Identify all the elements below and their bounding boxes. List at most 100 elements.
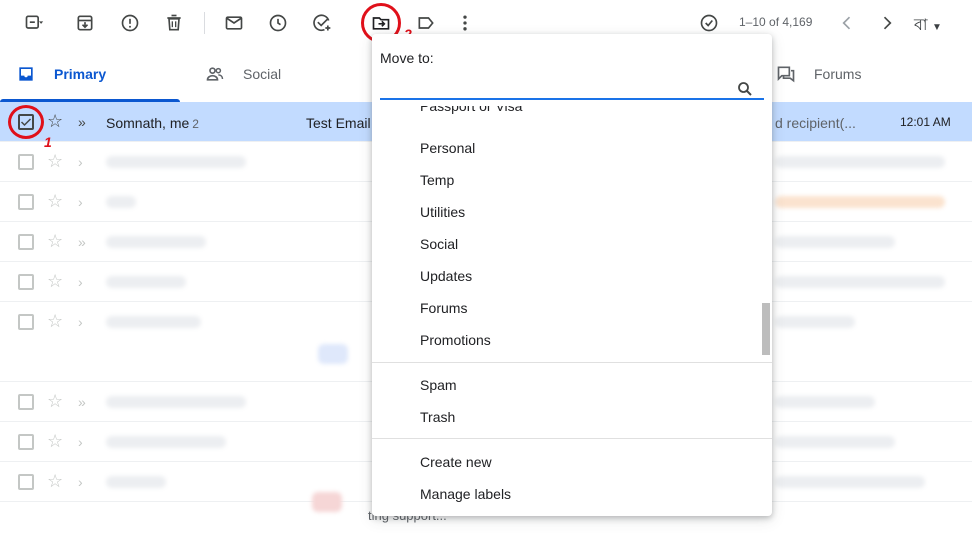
menu-item-label[interactable]: Updates (420, 268, 472, 284)
gmail-app: 1–10 of 4,169 বা ▼ Primary Social Forums (0, 0, 972, 534)
important-marker-icon[interactable]: › (78, 154, 83, 170)
important-marker-icon[interactable]: › (78, 474, 83, 490)
manage-labels-button[interactable]: Manage labels (420, 486, 511, 502)
email-snippet: d recipient(... (775, 115, 856, 131)
menu-divider (372, 362, 772, 363)
check-circle-icon (700, 14, 718, 32)
search-icon[interactable] (736, 80, 754, 98)
menu-item-partial[interactable]: Passport or Visa (420, 106, 522, 114)
blurred-content (312, 492, 342, 512)
annotation-number-1: 1 (44, 134, 52, 150)
blurred-content (775, 276, 945, 288)
row-checkbox[interactable] (18, 234, 34, 250)
forum-icon (777, 66, 795, 83)
important-marker-icon[interactable]: › (78, 194, 83, 210)
blurred-content (775, 156, 945, 168)
tab-forums[interactable]: Forums (776, 46, 861, 102)
email-time: 12:01 AM (900, 115, 951, 129)
tab-forums-label: Forums (814, 66, 862, 82)
menu-item-label[interactable]: Promotions (420, 332, 491, 348)
row-checkbox[interactable] (18, 474, 34, 490)
blurred-content (318, 344, 348, 364)
delete-button[interactable] (161, 10, 187, 36)
trash-icon (167, 14, 181, 31)
star-icon[interactable]: ☆ (47, 432, 63, 450)
menu-scrollbar[interactable] (762, 303, 770, 355)
older-button[interactable] (874, 10, 900, 36)
important-marker-icon[interactable]: › (78, 274, 83, 290)
important-marker-icon[interactable]: › (78, 314, 83, 330)
thread-count: 2 (192, 117, 199, 131)
blurred-content (775, 476, 925, 488)
more-options-button[interactable] (452, 10, 478, 36)
important-marker-icon[interactable]: › (78, 434, 83, 450)
important-marker-icon[interactable]: » (78, 394, 86, 410)
row-checkbox[interactable] (18, 434, 34, 450)
menu-item-label[interactable]: Social (420, 236, 458, 252)
input-tools-button[interactable]: বা ▼ (914, 12, 942, 39)
star-icon[interactable]: ☆ (47, 392, 63, 410)
language-label: বা (914, 17, 928, 34)
label-search-input[interactable] (380, 78, 730, 98)
newer-button[interactable] (834, 10, 860, 36)
add-to-tasks-button[interactable] (309, 10, 335, 36)
star-icon[interactable]: ☆ (47, 272, 63, 290)
chevron-left-icon (842, 16, 851, 30)
star-icon[interactable]: ☆ (47, 472, 63, 490)
blurred-content (106, 236, 206, 248)
select-all-checkbox[interactable] (14, 10, 54, 36)
clock-icon (269, 14, 287, 32)
important-marker-icon[interactable]: » (78, 234, 86, 250)
row-checkbox[interactable] (18, 274, 34, 290)
star-icon[interactable]: ☆ (47, 152, 63, 170)
blurred-content (106, 196, 136, 208)
blurred-content (775, 196, 945, 208)
label-list: Passport or Visa Personal Temp Utilities… (372, 106, 772, 358)
more-vert-icon (463, 15, 467, 31)
star-icon[interactable]: ☆ (47, 112, 63, 130)
sender-name: Somnath, me (106, 115, 190, 131)
menu-item-trash[interactable]: Trash (420, 409, 455, 425)
mark-unread-button[interactable] (221, 10, 247, 36)
caret-down-icon: ▼ (932, 22, 942, 33)
checkbox-dropdown-icon (25, 15, 44, 29)
menu-divider (372, 438, 772, 439)
star-icon[interactable]: ☆ (47, 232, 63, 250)
email-sender: Somnath, me 2 (106, 115, 199, 131)
blurred-content (106, 396, 246, 408)
add-task-icon (313, 14, 331, 32)
archive-icon (77, 15, 93, 31)
tab-primary[interactable]: Primary (16, 46, 106, 102)
row-checkbox[interactable] (18, 154, 34, 170)
row-checkbox[interactable] (18, 314, 34, 330)
row-checkbox[interactable] (18, 194, 34, 210)
toolbar-divider (204, 12, 205, 34)
report-spam-button[interactable] (117, 10, 143, 36)
blurred-content (775, 396, 875, 408)
people-icon (206, 67, 224, 81)
star-icon[interactable]: ☆ (47, 312, 63, 330)
menu-item-label[interactable]: Forums (420, 300, 467, 316)
label-search-field[interactable] (380, 78, 764, 100)
archive-button[interactable] (72, 10, 98, 36)
tab-social[interactable]: Social (205, 46, 281, 102)
email-subject: Test Email (306, 115, 371, 131)
snooze-button[interactable] (265, 10, 291, 36)
menu-item-label[interactable]: Utilities (420, 204, 465, 220)
labels-button[interactable] (413, 10, 439, 36)
blurred-content (106, 276, 186, 288)
report-spam-icon (121, 14, 139, 32)
star-icon[interactable]: ☆ (47, 192, 63, 210)
tab-social-label: Social (243, 66, 282, 82)
menu-item-spam[interactable]: Spam (420, 377, 457, 393)
blurred-content (106, 436, 226, 448)
tasks-check-button[interactable] (696, 10, 722, 36)
blurred-content (106, 316, 201, 328)
create-new-label-button[interactable]: Create new (420, 454, 492, 470)
blurred-content (106, 156, 246, 168)
menu-item-label[interactable]: Temp (420, 172, 454, 188)
pagination-text: 1–10 of 4,169 (739, 15, 813, 29)
important-marker-icon[interactable]: » (78, 114, 86, 130)
menu-item-label[interactable]: Personal (420, 140, 475, 156)
row-checkbox[interactable] (18, 394, 34, 410)
